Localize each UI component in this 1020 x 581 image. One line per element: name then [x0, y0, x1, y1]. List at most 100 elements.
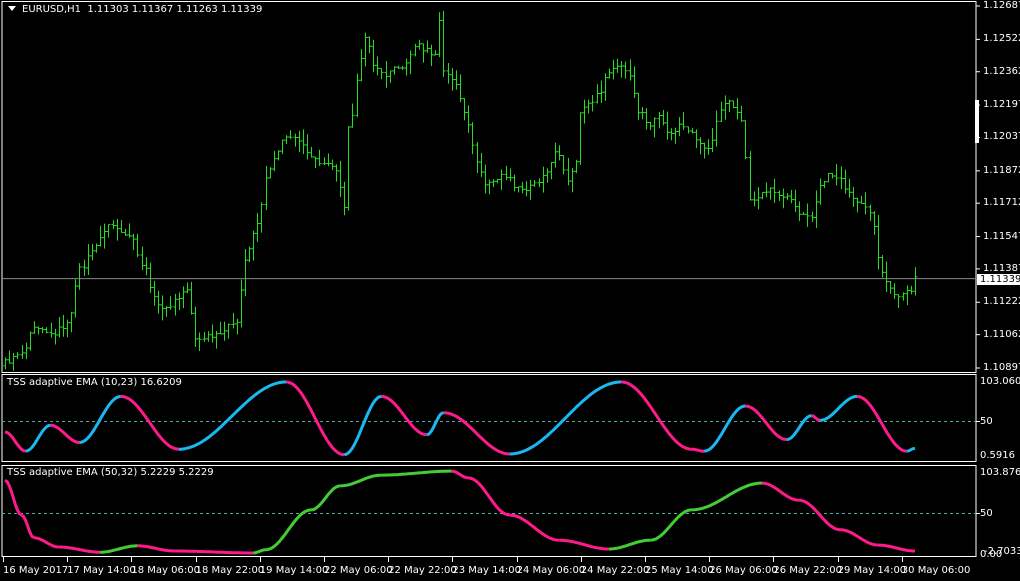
- price-bar: [235, 318, 240, 335]
- price-bar: [789, 190, 794, 204]
- indicator2-panel-frame: [1, 465, 977, 557]
- price-bar: [690, 128, 695, 134]
- indicator-segment-up: [265, 508, 312, 552]
- price-bar: [458, 74, 463, 103]
- price-tick-label: 1.12362: [983, 65, 1020, 77]
- price-bar: [797, 201, 802, 222]
- price-bar: [15, 352, 20, 360]
- price-bar: [313, 156, 318, 169]
- price-bar: [131, 233, 136, 251]
- price-bar: [214, 330, 219, 349]
- price-bar: [82, 259, 87, 277]
- price-bar: [541, 166, 546, 193]
- price-bar: [185, 282, 190, 294]
- price-bar: [892, 283, 897, 299]
- price-bar: [156, 290, 161, 314]
- scroll-handle[interactable]: [975, 100, 979, 143]
- price-bar: [644, 108, 649, 130]
- price-bar: [462, 98, 467, 121]
- price-tick-label: 1.11062: [983, 328, 1020, 340]
- price-bar: [288, 130, 293, 140]
- symbol-header[interactable]: EURUSD,H1 1.11303 1.11367 1.11263 1.1133…: [4, 4, 262, 15]
- price-bar: [371, 39, 376, 73]
- indicator-segment-up: [819, 394, 858, 422]
- price-bar: [251, 230, 256, 261]
- ohlc-values: 1.11303 1.11367 1.11263 1.11339: [87, 4, 263, 15]
- price-bar: [524, 181, 529, 197]
- price-bar: [375, 56, 380, 76]
- price-bar: [793, 189, 798, 212]
- price-bar: [628, 59, 633, 81]
- price-bar: [714, 110, 719, 147]
- price-bar: [537, 178, 542, 188]
- price-bar: [677, 117, 682, 137]
- price-bar: [342, 181, 347, 216]
- price-bar: [661, 110, 666, 126]
- price-bar: [706, 139, 711, 155]
- price-bar: [872, 211, 877, 235]
- price-bar: [532, 180, 537, 187]
- price-bar: [727, 99, 732, 112]
- price-bar: [123, 228, 128, 237]
- price-bar: [805, 203, 810, 227]
- chart-canvas[interactable]: [0, 0, 1020, 581]
- indicator-segment-up: [906, 446, 916, 453]
- price-bar: [259, 202, 264, 233]
- indicator-segment-up: [79, 394, 122, 444]
- price-bar: [913, 267, 918, 296]
- price-bar: [578, 112, 583, 165]
- price-bar: [36, 326, 41, 335]
- price-bar: [338, 160, 343, 197]
- price-bar: [106, 224, 111, 238]
- price-bar: [669, 128, 674, 141]
- ind2-zero-label: 0.00: [980, 549, 1003, 560]
- indicator-segment-down: [468, 476, 510, 517]
- price-bar: [748, 151, 753, 201]
- price-bar: [69, 312, 74, 333]
- price-bar: [177, 292, 182, 311]
- price-bar: [570, 167, 575, 193]
- price-bar: [20, 345, 25, 359]
- price-bar: [293, 133, 298, 147]
- price-bar: [86, 244, 91, 275]
- price-bar: [851, 186, 856, 207]
- price-bar: [400, 65, 405, 70]
- price-bar: [557, 145, 562, 161]
- price-bar: [301, 129, 306, 154]
- time-tick-label: 24 May 22:00: [580, 565, 650, 576]
- indicator-segment-down: [58, 545, 101, 554]
- price-bar: [202, 331, 207, 342]
- price-bar: [218, 321, 223, 335]
- indicator-segment-down: [20, 513, 35, 540]
- indicator-segment-up: [650, 508, 692, 542]
- price-bar: [222, 321, 227, 341]
- indicator-segment-down: [745, 404, 787, 442]
- indicator-segment-down: [691, 447, 705, 453]
- ind1-min-label: 0.5916: [980, 450, 1015, 461]
- indicator-segment-down: [877, 543, 915, 553]
- price-bar: [239, 279, 244, 328]
- price-bar: [94, 243, 99, 253]
- price-bar: [32, 321, 37, 334]
- time-tick-label: 17 May 14:00: [67, 565, 136, 576]
- price-bar: [739, 105, 744, 122]
- price-bar: [834, 164, 839, 186]
- price-bar: [599, 80, 604, 103]
- price-bar: [98, 225, 103, 247]
- price-bar: [843, 169, 848, 194]
- dropdown-triangle-icon[interactable]: [8, 6, 16, 11]
- price-bar: [173, 293, 178, 316]
- price-bar: [322, 157, 327, 166]
- price-bar: [611, 59, 616, 80]
- price-bar: [330, 159, 335, 170]
- indicator-segment-down: [559, 538, 609, 551]
- price-bar: [876, 214, 881, 270]
- price-bar: [905, 285, 910, 306]
- price-bar: [408, 50, 413, 75]
- price-bar: [189, 282, 194, 315]
- price-bar: [785, 193, 790, 200]
- indicator-segment-up: [608, 538, 651, 551]
- price-bar: [475, 141, 480, 174]
- price-bar: [379, 67, 384, 80]
- price-bar: [334, 164, 339, 182]
